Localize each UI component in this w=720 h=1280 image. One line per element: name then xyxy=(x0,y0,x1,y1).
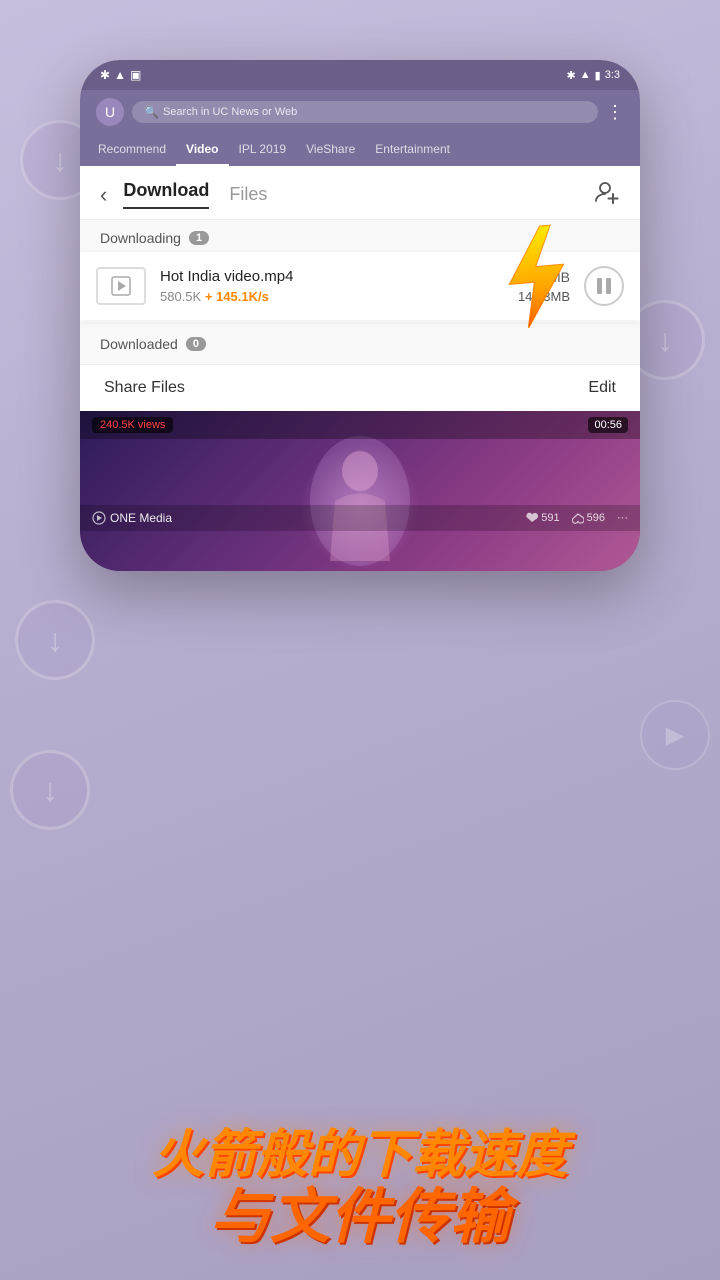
like-count: 591 xyxy=(526,512,559,524)
downloaded-label-text: Downloaded xyxy=(100,336,178,352)
search-placeholder: Search in UC News or Web xyxy=(163,106,297,118)
video-overlay-top: 240.5K views 00:56 xyxy=(80,411,640,439)
video-actions: 591 596 ··· xyxy=(526,512,628,524)
views-badge: 240.5K views xyxy=(92,417,173,433)
download-panel: ‹ Download Files Downloading 1 xyxy=(80,166,640,571)
phone-frame: ✱ ▲ ▣ ✱ ▲ ▮ 3:3 U 🔍 Search in UC News or… xyxy=(80,60,640,571)
item-filename: Hot India video.mp4 xyxy=(160,268,293,285)
downloaded-count-badge: 0 xyxy=(186,337,206,351)
avatar[interactable]: U xyxy=(96,98,124,126)
add-user-button[interactable] xyxy=(594,179,620,211)
status-time: 3:3 xyxy=(605,69,620,81)
status-icon-wifi: ▲ xyxy=(580,69,591,81)
share-files-button[interactable]: Share Files xyxy=(104,379,185,397)
search-bar[interactable]: 🔍 Search in UC News or Web xyxy=(132,101,598,123)
back-button[interactable]: ‹ xyxy=(100,182,107,208)
tab-files[interactable]: Files xyxy=(229,184,267,205)
status-icon-battery: ▮ xyxy=(595,69,601,82)
bg-download-icon-4: ↓ xyxy=(10,750,90,830)
browser-menu-icon[interactable]: ⋮ xyxy=(606,102,624,123)
more-options-icon[interactable]: ··· xyxy=(617,512,628,524)
nav-tab-entertainment[interactable]: Entertainment xyxy=(365,134,460,166)
bg-play-icon: ▶ xyxy=(640,700,710,770)
nav-tabs: Recommend Video IPL 2019 VieShare Entert… xyxy=(80,134,640,166)
status-right: ✱ ▲ ▮ 3:3 xyxy=(567,69,620,82)
browser-bar: U 🔍 Search in UC News or Web ⋮ xyxy=(80,90,640,134)
status-bar: ✱ ▲ ▣ ✱ ▲ ▮ 3:3 xyxy=(80,60,640,90)
search-icon: 🔍 xyxy=(144,105,159,119)
speed-delta: + 145.1K/s xyxy=(205,289,269,304)
download-header: ‹ Download Files xyxy=(80,166,640,220)
video-thumbnail xyxy=(96,267,146,305)
video-artist-row: ONE Media 591 596 ··· xyxy=(80,505,640,531)
nav-tab-vieshare[interactable]: VieShare xyxy=(296,134,365,166)
download-item: Hot India video.mp4 15.60MB 580.5K + 145… xyxy=(80,252,640,320)
tab-download[interactable]: Download xyxy=(123,180,209,209)
artist-name: ONE Media xyxy=(92,511,172,525)
bottom-text-line1: 火箭般的下载速度 xyxy=(40,1127,680,1184)
status-left: ✱ ▲ ▣ xyxy=(100,68,141,82)
pause-button[interactable] xyxy=(584,266,624,306)
item-speed: 580.5K + 145.1K/s xyxy=(160,289,269,304)
status-icon-bluetooth: ✱ xyxy=(567,69,576,82)
video-content-area: 240.5K views 00:56 ONE Media 591 596 xyxy=(80,411,640,571)
bottom-action-bar: Share Files Edit xyxy=(80,364,640,411)
performer-svg xyxy=(295,431,425,571)
nav-tab-ipl[interactable]: IPL 2019 xyxy=(229,134,297,166)
speed-base: 580.5K xyxy=(160,289,201,304)
lightning-icon xyxy=(480,218,591,355)
bottom-text-line2: 与文件传输 xyxy=(40,1184,680,1250)
nav-tab-video[interactable]: Video xyxy=(176,134,228,166)
bottom-promo-text: 火箭般的下载速度 与文件传输 xyxy=(0,1127,720,1250)
status-icon-signal: ▲ xyxy=(114,68,126,82)
bg-download-icon-3: ↓ xyxy=(15,600,95,680)
status-icon-bt: ✱ xyxy=(100,68,110,82)
edit-button[interactable]: Edit xyxy=(588,379,616,397)
downloading-label-text: Downloading xyxy=(100,230,181,246)
duration-badge: 00:56 xyxy=(588,417,628,433)
status-icon-screen: ▣ xyxy=(130,68,141,82)
downloading-count-badge: 1 xyxy=(189,231,209,245)
nav-tab-recommend[interactable]: Recommend xyxy=(88,134,176,166)
dislike-count: 596 xyxy=(572,512,605,524)
